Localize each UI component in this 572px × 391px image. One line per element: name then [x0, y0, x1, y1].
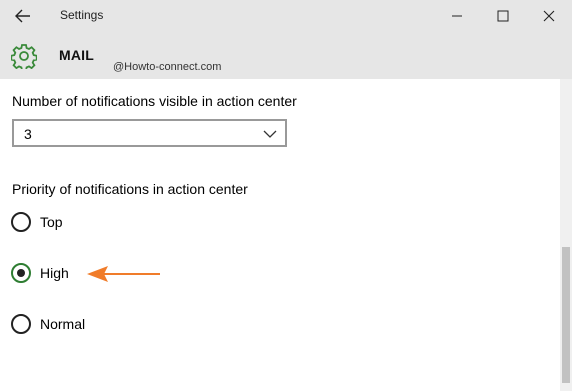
- notifications-count-dropdown[interactable]: 3: [12, 119, 287, 147]
- window-title: Settings: [60, 8, 104, 22]
- radio-label-top: Top: [40, 214, 63, 230]
- radio-label-high: High: [40, 265, 69, 281]
- chevron-down-icon: [263, 130, 277, 138]
- back-button[interactable]: [10, 6, 36, 26]
- title-bar: Settings: [0, 0, 572, 32]
- radio-circle-checked: [11, 263, 31, 283]
- maximize-icon: [497, 10, 509, 22]
- radio-circle: [11, 212, 31, 232]
- scrollbar[interactable]: [560, 79, 572, 391]
- back-arrow-icon: [15, 9, 30, 23]
- maximize-button[interactable]: [480, 0, 526, 32]
- close-icon: [543, 10, 555, 22]
- settings-content: Number of notifications visible in actio…: [0, 79, 560, 391]
- page-title: MAIL: [59, 47, 95, 63]
- page-header: MAIL @Howto-connect.com: [0, 32, 572, 79]
- radio-normal[interactable]: Normal: [11, 313, 85, 335]
- notifications-count-label: Number of notifications visible in actio…: [12, 93, 297, 109]
- radio-high[interactable]: High: [11, 262, 69, 284]
- priority-label: Priority of notifications in action cent…: [12, 181, 248, 197]
- annotation-arrow-icon: [87, 266, 160, 282]
- radio-selected-dot: [17, 269, 25, 277]
- watermark: @Howto-connect.com: [113, 61, 222, 73]
- radio-top[interactable]: Top: [11, 211, 63, 233]
- minimize-icon: [452, 15, 462, 17]
- scrollbar-thumb[interactable]: [562, 247, 570, 383]
- radio-circle: [11, 314, 31, 334]
- gear-icon: [11, 44, 37, 69]
- close-button[interactable]: [526, 0, 572, 32]
- minimize-button[interactable]: [434, 0, 480, 32]
- radio-label-normal: Normal: [40, 316, 86, 332]
- dropdown-selected-value: 3: [24, 126, 32, 142]
